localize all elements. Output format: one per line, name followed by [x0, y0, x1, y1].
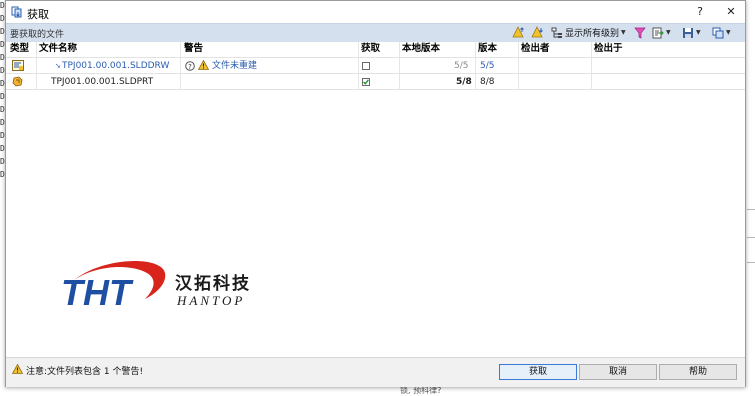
get-button[interactable]: 获取 [499, 364, 577, 380]
warning-up-icon [512, 26, 524, 38]
filename-cell[interactable]: TPJ001.00.001.SLDPRT [51, 75, 153, 89]
save-icon [683, 27, 693, 38]
warning-icon [198, 60, 209, 70]
warning-up-button[interactable] [512, 25, 525, 40]
hantop-logo-graphic: THT 汉拓科技 HANTOP [61, 261, 251, 313]
checkmark-icon [363, 79, 369, 85]
show-levels-dropdown[interactable]: 显示所有级别 ▼ [551, 25, 626, 40]
chevron-down-icon: ▼ [726, 29, 731, 36]
background-app-right-edge [747, 0, 755, 393]
warning-icon [12, 364, 23, 374]
copy-icon [712, 27, 724, 38]
warning-down-icon [531, 26, 543, 38]
close-button[interactable]: ✕ [720, 4, 742, 20]
warning-down-button[interactable] [531, 25, 544, 40]
svg-text:THT: THT [61, 272, 134, 313]
dialog-title: 获取 [27, 8, 49, 21]
column-header-get[interactable]: 获取 [361, 42, 380, 56]
warning-status-text: 注意:文件列表包含 1 个警告! [26, 367, 144, 377]
svg-text:汉拓科技: 汉拓科技 [175, 273, 251, 294]
filter-icon [634, 27, 646, 39]
chevron-down-icon: ▼ [696, 29, 701, 36]
column-header-checked-out-in[interactable]: 检出于 [594, 42, 623, 56]
chevron-down-icon: ▼ [666, 29, 671, 36]
column-header-version[interactable]: 版本 [478, 42, 497, 56]
column-header-filename[interactable]: 文件名称 [39, 42, 77, 56]
export-dropdown[interactable]: ▼ [652, 25, 671, 40]
column-header-warning[interactable]: 警告 [184, 42, 203, 56]
files-to-get-label: 要获取的文件 [10, 30, 65, 40]
status-bar: 注意:文件列表包含 1 个警告! 获取 取消 帮助 [6, 357, 745, 387]
chevron-down-icon: ▼ [621, 29, 626, 36]
get-checkbox[interactable] [362, 78, 370, 86]
version-cell: 8/8 [480, 77, 495, 87]
svg-text:HANTOP: HANTOP [176, 293, 245, 308]
export-icon [652, 27, 664, 38]
tree-levels-icon [551, 27, 562, 38]
column-header-type[interactable]: 类型 [10, 42, 29, 56]
drawing-icon [12, 60, 24, 71]
save-dropdown[interactable]: ▼ [682, 25, 701, 40]
column-header-checked-out-by[interactable]: 检出者 [521, 42, 550, 56]
get-checkbox[interactable] [362, 62, 370, 70]
column-header-local-version[interactable]: 本地版本 [402, 42, 440, 56]
local-version-cell: 5/5 [454, 61, 469, 71]
version-cell: 5/5 [480, 61, 495, 71]
show-levels-label: 显示所有级别 [565, 29, 620, 39]
title-bar: 获取 ? ✕ [6, 1, 745, 23]
help-circle-icon[interactable]: ? [185, 61, 195, 71]
local-version-cell: 5/8 [456, 77, 472, 87]
part-icon [12, 76, 23, 87]
svg-text:?: ? [188, 63, 192, 71]
help-titlebar-button[interactable]: ? [689, 4, 711, 20]
copy-dropdown[interactable]: ▼ [712, 25, 731, 40]
filename-cell[interactable]: TPJ001.00.001.SLDDRW [62, 59, 169, 73]
get-dialog: 获取 ? ✕ 要获取的文件 显示所有级别 ▼ ▼ ▼ ▼ 类型 文件名称 警告 … [5, 0, 746, 387]
hantop-logo: THT 汉拓科技 HANTOP [61, 259, 281, 329]
cancel-button[interactable]: 取消 [579, 364, 657, 380]
filter-button[interactable] [634, 25, 646, 40]
help-button[interactable]: 帮助 [659, 364, 737, 380]
pdm-get-icon [11, 6, 22, 18]
warning-cell[interactable]: 文件未重建 [212, 59, 257, 73]
toolbar: 要获取的文件 显示所有级别 ▼ ▼ ▼ ▼ [6, 23, 745, 43]
